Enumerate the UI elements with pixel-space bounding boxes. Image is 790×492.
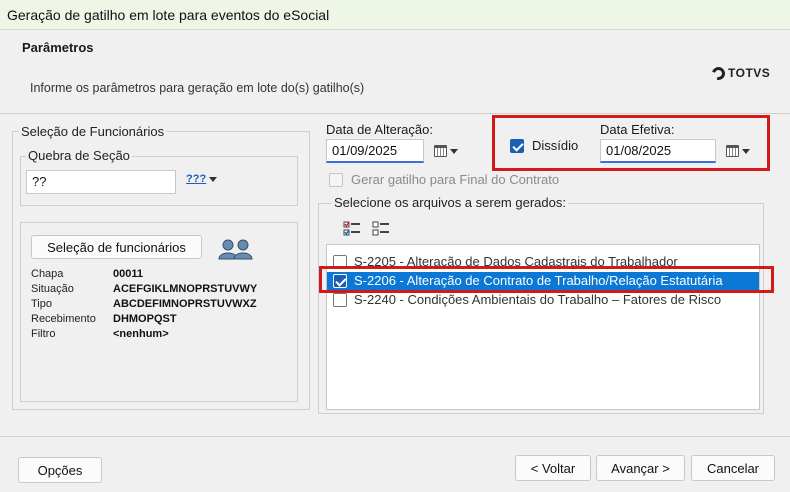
list-item[interactable]: S-2240 - Condições Ambientais do Trabalh…: [327, 291, 759, 309]
field-label-situacao: Situação: [31, 283, 74, 295]
users-icon: [218, 239, 253, 260]
field-label-chapa: Chapa: [31, 268, 64, 280]
back-button[interactable]: < Voltar: [515, 455, 591, 481]
field-value-filtro: <nenhum>: [113, 328, 169, 340]
logo-text: TOTVS: [728, 66, 771, 80]
page-subtitle: Informe os parâmetros para geração em lo…: [30, 81, 365, 95]
field-value-chapa: 00011: [113, 268, 143, 280]
check-all-icon: [343, 221, 360, 236]
field-value-tipo: ABCDEFIMNOPRSTUVWXZ: [113, 298, 257, 310]
quebra-lookup-label: ???: [186, 173, 207, 185]
quebra-label: Quebra de Seção: [26, 148, 132, 163]
funcionarios-group-label: Seleção de Funcionários: [19, 124, 167, 139]
uncheck-all-icon: [372, 221, 389, 236]
final-contrato-label: Gerar gatilho para Final do Contrato: [351, 172, 560, 187]
arquivos-group-label: Selecione os arquivos a serem gerados:: [332, 195, 568, 210]
selecao-funcionarios-button[interactable]: Seleção de funcionários: [31, 235, 202, 259]
check-all-button[interactable]: [343, 221, 361, 237]
field-value-situacao: ACEFGIKLMNOPRSTUVWY: [113, 283, 258, 295]
data-alteracao-calendar-button[interactable]: [427, 139, 465, 163]
field-label-recebimento: Recebimento: [31, 313, 96, 325]
window-title: Geração de gatilho em lote para eventos …: [7, 7, 330, 23]
chevron-down-icon: [209, 176, 218, 182]
quebra-secao-input[interactable]: ??: [26, 170, 176, 194]
wizard-header: Parâmetros Informe os parâmetros para ge…: [0, 30, 790, 114]
s2240-checkbox[interactable]: [333, 293, 347, 307]
opcoes-button[interactable]: Opções: [18, 457, 102, 483]
dissidio-highlight-box: [492, 115, 770, 171]
cancel-button[interactable]: Cancelar: [691, 455, 775, 481]
totvs-logo-icon: [709, 64, 728, 82]
calendar-icon: [434, 145, 447, 157]
field-value-recebimento: DHMOPQST: [113, 313, 177, 325]
data-alteracao-input[interactable]: 01/09/2025: [326, 139, 424, 163]
s2240-label: S-2240 - Condições Ambientais do Trabalh…: [354, 292, 722, 307]
final-contrato-checkbox[interactable]: [329, 173, 343, 187]
chevron-down-icon: [450, 148, 458, 154]
totvs-logo: TOTVS: [709, 64, 771, 82]
data-alteracao-label: Data de Alteração:: [326, 122, 433, 137]
uncheck-all-button[interactable]: [372, 221, 390, 237]
field-label-tipo: Tipo: [31, 298, 52, 310]
s2206-highlight-box: [319, 266, 774, 293]
next-button[interactable]: Avançar >: [596, 455, 685, 481]
field-label-filtro: Filtro: [31, 328, 56, 340]
quebra-lookup-button[interactable]: ???: [186, 173, 218, 185]
page-title: Parâmetros: [22, 40, 94, 55]
window-titlebar: Geração de gatilho em lote para eventos …: [0, 0, 790, 30]
